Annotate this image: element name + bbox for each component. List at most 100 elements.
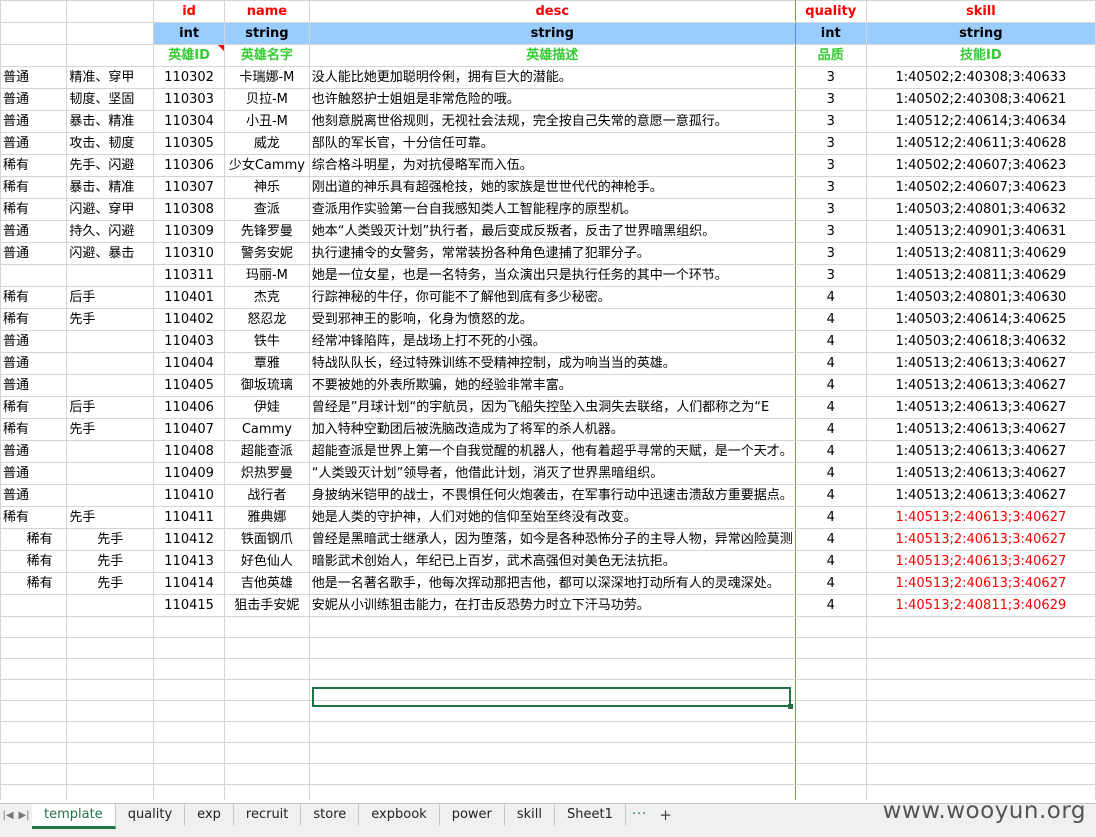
name-cell[interactable]: 伊娃 bbox=[224, 396, 310, 419]
empty-cell[interactable] bbox=[153, 700, 226, 722]
rarity-cell[interactable]: 稀有 bbox=[0, 396, 68, 419]
name-cell[interactable]: 狙击手安妮 bbox=[224, 594, 310, 617]
empty-cell[interactable] bbox=[794, 658, 867, 680]
trait-cell[interactable]: 后手 bbox=[66, 286, 155, 309]
trait-cell[interactable]: 先手 bbox=[66, 572, 155, 595]
header-desc-cell[interactable]: 英雄描述 bbox=[308, 44, 796, 67]
empty-cell[interactable] bbox=[66, 22, 155, 45]
empty-cell[interactable] bbox=[0, 784, 68, 800]
rarity-cell[interactable]: 稀有 bbox=[0, 572, 68, 595]
rarity-cell[interactable]: 普通 bbox=[0, 88, 68, 111]
desc-cell[interactable]: 执行逮捕令的女警务，常常装扮各种角色逮捕了犯罪分子。 bbox=[308, 242, 796, 265]
id-cell[interactable]: 110308 bbox=[153, 198, 226, 221]
empty-cell[interactable] bbox=[153, 742, 226, 764]
skill-cell[interactable]: 1:40513;2:40613;3:40627 bbox=[865, 440, 1096, 463]
empty-cell[interactable] bbox=[224, 679, 310, 701]
desc-cell[interactable]: 加入特种空勤团后被洗脑改造成为了将军的杀人机器。 bbox=[308, 418, 796, 441]
empty-cell[interactable] bbox=[794, 763, 867, 785]
name-cell[interactable]: Cammy bbox=[224, 418, 310, 441]
rarity-cell[interactable]: 稀有 bbox=[0, 154, 68, 177]
rarity-cell[interactable]: 稀有 bbox=[0, 418, 68, 441]
empty-cell[interactable] bbox=[66, 700, 155, 722]
id-cell[interactable]: 110405 bbox=[153, 374, 226, 397]
empty-cell[interactable] bbox=[153, 679, 226, 701]
quality-cell[interactable]: 3 bbox=[794, 220, 867, 243]
id-cell[interactable]: 110303 bbox=[153, 88, 226, 111]
name-cell[interactable]: 雅典娜 bbox=[224, 506, 310, 529]
desc-cell[interactable]: 综合格斗明星，为对抗侵略军而入伍。 bbox=[308, 154, 796, 177]
quality-cell[interactable]: 4 bbox=[794, 396, 867, 419]
header-name-cell[interactable]: quality bbox=[794, 0, 867, 23]
skill-cell[interactable]: 1:40513;2:40613;3:40627 bbox=[865, 506, 1096, 529]
desc-cell[interactable]: 受到邪神王的影响，化身为愤怒的龙。 bbox=[308, 308, 796, 331]
empty-cell[interactable] bbox=[224, 616, 310, 638]
empty-cell[interactable] bbox=[66, 658, 155, 680]
trait-cell[interactable] bbox=[66, 440, 155, 463]
trait-cell[interactable]: 暴击、精准 bbox=[66, 110, 155, 133]
desc-cell[interactable]: 也许触怒护士姐姐是非常危险的哦。 bbox=[308, 88, 796, 111]
name-cell[interactable]: 玛丽-M bbox=[224, 264, 310, 287]
quality-cell[interactable]: 3 bbox=[794, 198, 867, 221]
empty-cell[interactable] bbox=[0, 637, 68, 659]
header-name-cell[interactable]: desc bbox=[308, 0, 796, 23]
rarity-cell[interactable]: 普通 bbox=[0, 242, 68, 265]
id-cell[interactable]: 110311 bbox=[153, 264, 226, 287]
name-cell[interactable]: 小丑-M bbox=[224, 110, 310, 133]
id-cell[interactable]: 110413 bbox=[153, 550, 226, 573]
desc-cell[interactable]: 刚出道的神乐具有超强枪技，她的家族是世世代代的神枪手。 bbox=[308, 176, 796, 199]
empty-cell[interactable] bbox=[0, 44, 68, 67]
name-cell[interactable]: 炽热罗曼 bbox=[224, 462, 310, 485]
header-name-cell[interactable]: skill bbox=[865, 0, 1096, 23]
rarity-cell[interactable]: 稀有 bbox=[0, 176, 68, 199]
id-cell[interactable]: 110409 bbox=[153, 462, 226, 485]
skill-cell[interactable]: 1:40513;2:40613;3:40627 bbox=[865, 352, 1096, 375]
name-cell[interactable]: 少女Cammy bbox=[224, 154, 310, 177]
empty-cell[interactable] bbox=[0, 763, 68, 785]
empty-cell[interactable] bbox=[865, 616, 1096, 638]
empty-cell[interactable] bbox=[308, 616, 796, 638]
sheet-tab-quality[interactable]: quality bbox=[116, 804, 186, 826]
rarity-cell[interactable]: 稀有 bbox=[0, 198, 68, 221]
sheet-tab-skill[interactable]: skill bbox=[505, 804, 556, 826]
empty-cell[interactable] bbox=[224, 784, 310, 800]
name-cell[interactable]: 铁面钢爪 bbox=[224, 528, 310, 551]
header-type-cell[interactable]: int bbox=[794, 22, 867, 45]
header-type-cell[interactable]: string bbox=[865, 22, 1096, 45]
empty-cell[interactable] bbox=[308, 637, 796, 659]
empty-cell[interactable] bbox=[308, 742, 796, 764]
selected-cell[interactable] bbox=[312, 687, 793, 709]
empty-cell[interactable] bbox=[794, 616, 867, 638]
empty-cell[interactable] bbox=[66, 0, 155, 23]
id-cell[interactable]: 110310 bbox=[153, 242, 226, 265]
skill-cell[interactable]: 1:40503;2:40801;3:40632 bbox=[865, 198, 1096, 221]
trait-cell[interactable]: 闪避、暴击 bbox=[66, 242, 155, 265]
empty-cell[interactable] bbox=[0, 721, 68, 743]
rarity-cell[interactable]: 普通 bbox=[0, 440, 68, 463]
quality-cell[interactable]: 4 bbox=[794, 286, 867, 309]
id-cell[interactable]: 110404 bbox=[153, 352, 226, 375]
empty-cell[interactable] bbox=[0, 700, 68, 722]
sheet-tab-sheet1[interactable]: Sheet1 bbox=[555, 804, 626, 826]
trait-cell[interactable]: 先手 bbox=[66, 506, 155, 529]
empty-cell[interactable] bbox=[224, 763, 310, 785]
skill-cell[interactable]: 1:40513;2:40613;3:40627 bbox=[865, 572, 1096, 595]
skill-cell[interactable]: 1:40502;2:40607;3:40623 bbox=[865, 176, 1096, 199]
more-tabs-icon[interactable]: ··· bbox=[626, 804, 653, 826]
empty-cell[interactable] bbox=[153, 616, 226, 638]
empty-cell[interactable] bbox=[865, 700, 1096, 722]
sheet-tab-template[interactable]: template bbox=[32, 804, 116, 829]
empty-cell[interactable] bbox=[0, 616, 68, 638]
quality-cell[interactable]: 4 bbox=[794, 528, 867, 551]
skill-cell[interactable]: 1:40502;2:40308;3:40621 bbox=[865, 88, 1096, 111]
id-cell[interactable]: 110304 bbox=[153, 110, 226, 133]
desc-cell[interactable]: 安妮从小训练狙击能力，在打击反恐势力时立下汗马功劳。 bbox=[308, 594, 796, 617]
id-cell[interactable]: 110302 bbox=[153, 66, 226, 89]
empty-cell[interactable] bbox=[66, 721, 155, 743]
name-cell[interactable]: 好色仙人 bbox=[224, 550, 310, 573]
empty-cell[interactable] bbox=[865, 721, 1096, 743]
skill-cell[interactable]: 1:40513;2:40901;3:40631 bbox=[865, 220, 1096, 243]
rarity-cell[interactable]: 普通 bbox=[0, 66, 68, 89]
rarity-cell[interactable]: 普通 bbox=[0, 220, 68, 243]
empty-cell[interactable] bbox=[153, 658, 226, 680]
id-cell[interactable]: 110402 bbox=[153, 308, 226, 331]
